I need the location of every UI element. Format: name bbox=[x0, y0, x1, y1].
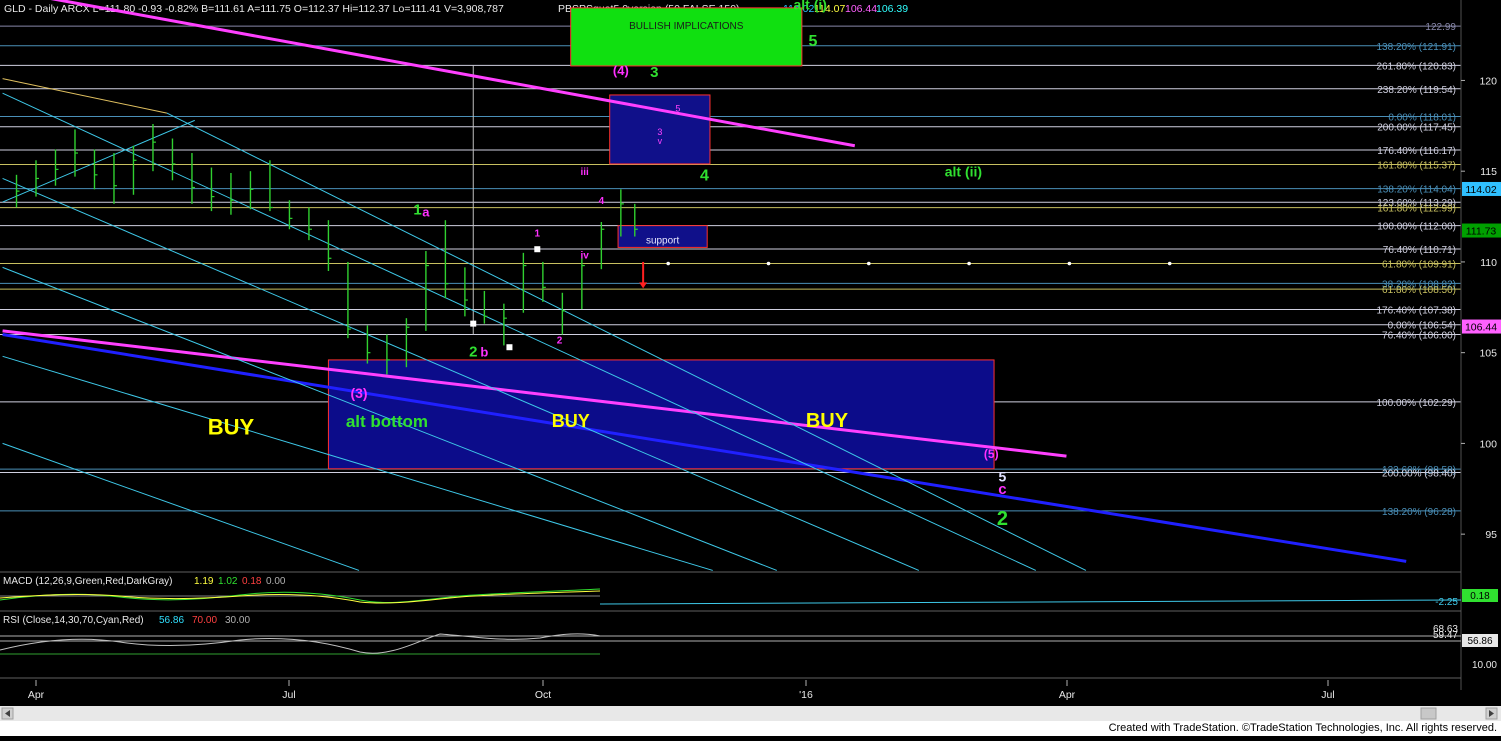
macd-title: MACD (12,26,9,Green,Red,DarkGray) bbox=[3, 576, 173, 587]
dotted-level-point bbox=[866, 261, 871, 266]
wave-label: 1 bbox=[535, 229, 541, 240]
wave-label: c bbox=[998, 481, 1006, 498]
wave-label: 4 bbox=[700, 167, 709, 184]
macd-price-tag: 0.18 bbox=[1462, 589, 1498, 602]
fib-level-label: 100.00% (112.00) bbox=[1377, 222, 1456, 233]
fib-level-label: 200.00% (98.40) bbox=[1382, 468, 1456, 479]
bullish-implications-box bbox=[570, 7, 803, 67]
zone-label: BUY bbox=[806, 410, 849, 432]
fib-level-label: 261.80% (120.83) bbox=[1376, 61, 1456, 72]
fib-level-label: 61.80% (108.50) bbox=[1382, 285, 1456, 296]
y-tick-label: 105 bbox=[1479, 348, 1497, 360]
fib-level-label: 161.80% (112.99) bbox=[1377, 204, 1456, 215]
zone-label: BUY bbox=[208, 414, 255, 439]
price-chart: GLD - Daily ARCX L=111.80 -0.93 -0.82% B… bbox=[0, 0, 1501, 736]
zone-label: BUY bbox=[552, 411, 590, 431]
price-tag-label: 114.02 bbox=[1465, 184, 1496, 196]
wave-label: 2 bbox=[997, 508, 1008, 530]
macd-value: 1.02 bbox=[218, 576, 238, 587]
chart-window: GLD - Daily ARCX L=111.80 -0.93 -0.82% B… bbox=[0, 0, 1501, 736]
dotted-level-point bbox=[1167, 261, 1172, 266]
fib-level-label: 176.40% (107.38) bbox=[1376, 305, 1456, 316]
study-value: 106.44 bbox=[845, 3, 877, 15]
bullish-implications-label: BULLISH IMPLICATIONS bbox=[629, 21, 744, 32]
pivot-marker bbox=[470, 320, 477, 327]
macd-value: 0.18 bbox=[242, 576, 262, 587]
fib-level-label: 100.00% (102.29) bbox=[1376, 398, 1456, 409]
svg-text:0.18: 0.18 bbox=[1470, 591, 1490, 602]
wave-label: a bbox=[422, 205, 430, 220]
macd-value: 1.19 bbox=[194, 576, 214, 587]
scrollbar-track[interactable] bbox=[0, 706, 1501, 721]
rsi-value: 30.00 bbox=[225, 615, 250, 626]
rsi-price-tag: 56.86 bbox=[1462, 634, 1498, 647]
macd-value: 0.00 bbox=[266, 576, 286, 587]
wave-label: 4 bbox=[599, 196, 605, 207]
y-tick-label: 115 bbox=[1480, 166, 1497, 178]
x-tick-label: '16 bbox=[799, 689, 813, 701]
wave-label: 3 bbox=[650, 64, 658, 81]
rsi-right-label-2: 59.47 bbox=[1433, 630, 1458, 641]
support-label: support bbox=[646, 235, 680, 246]
wave-label: 5 bbox=[809, 33, 818, 50]
rsi-values: 56.86 70.00 30.00 bbox=[159, 615, 250, 626]
x-tick-label: Jul bbox=[1321, 689, 1334, 701]
wave-label: iii bbox=[580, 167, 589, 178]
wave-label: 2 bbox=[469, 343, 477, 360]
fib-level-label: 76.40% (106.00) bbox=[1382, 331, 1456, 342]
dotted-level-point bbox=[1067, 261, 1072, 266]
price-tag-label: 106.44 bbox=[1465, 322, 1497, 334]
fib-level-label: 138.20% (96.28) bbox=[1382, 507, 1456, 518]
horizontal-scrollbar[interactable] bbox=[0, 706, 1501, 721]
dotted-level-point bbox=[766, 261, 771, 266]
y-tick-label: 110 bbox=[1480, 257, 1497, 269]
rsi-value: 56.86 bbox=[159, 615, 184, 626]
scrollbar-thumb[interactable] bbox=[1420, 707, 1437, 720]
copyright-text: Created with TradeStation. ©TradeStation… bbox=[1108, 722, 1497, 734]
dotted-level-point bbox=[666, 261, 670, 266]
wave-label: 1 bbox=[413, 202, 421, 219]
svg-text:56.86: 56.86 bbox=[1467, 636, 1492, 647]
fib-level-label: 138.20% (121.91) bbox=[1376, 42, 1456, 53]
fib-level-label: 161.80% (115.37) bbox=[1377, 160, 1456, 171]
wave-label: 2 bbox=[557, 336, 563, 347]
wave-label: alt (ii) bbox=[945, 164, 982, 180]
wave-label: alt (i) bbox=[794, 0, 827, 13]
pivot-marker bbox=[506, 344, 513, 351]
y-axis-area bbox=[1462, 0, 1501, 690]
dotted-level-point bbox=[967, 261, 971, 266]
x-tick-label: Oct bbox=[535, 689, 551, 701]
wave-label: iv bbox=[580, 250, 589, 261]
fib-level-label: 176.40% (116.17) bbox=[1377, 146, 1456, 157]
price-tag-label: 111.73 bbox=[1466, 226, 1497, 238]
macd-scale-label: -2.25 bbox=[1435, 597, 1458, 608]
y-tick-label: 120 bbox=[1479, 75, 1497, 87]
wave-label: (5) bbox=[984, 447, 999, 461]
study-value: 106.39 bbox=[876, 3, 908, 15]
fib-level-label: 138.20% (114.04) bbox=[1377, 185, 1456, 196]
x-tick-label: Apr bbox=[28, 689, 45, 701]
footer-bar: Created with TradeStation. ©TradeStation… bbox=[0, 721, 1501, 736]
rsi-title: RSI (Close,14,30,70,Cyan,Red) bbox=[3, 615, 144, 626]
fib-level-label: 76.40% (110.71) bbox=[1383, 245, 1456, 256]
wave-label: (4) bbox=[613, 63, 629, 78]
rsi-scale-label: 10.00 bbox=[1472, 660, 1497, 671]
y-tick-label: 100 bbox=[1479, 438, 1497, 450]
fib-level-label: 200.00% (117.45) bbox=[1377, 123, 1456, 134]
wave-label: b bbox=[480, 344, 488, 359]
x-tick-label: Apr bbox=[1059, 689, 1076, 701]
wave-label: (3) bbox=[350, 385, 367, 401]
fib-level-label: 122.99 bbox=[1425, 22, 1456, 33]
y-tick-label: 95 bbox=[1485, 529, 1497, 541]
pivot-marker bbox=[534, 246, 541, 253]
rsi-value: 70.00 bbox=[192, 615, 217, 626]
fib-level-label: 61.80% (109.91) bbox=[1382, 260, 1456, 271]
zone-label: alt bottom bbox=[346, 412, 428, 431]
buy-zone bbox=[327, 359, 995, 470]
x-tick-label: Jul bbox=[282, 689, 295, 701]
fib-level-label: 238.20% (119.54) bbox=[1377, 85, 1456, 96]
target-box-label: v bbox=[658, 136, 663, 146]
